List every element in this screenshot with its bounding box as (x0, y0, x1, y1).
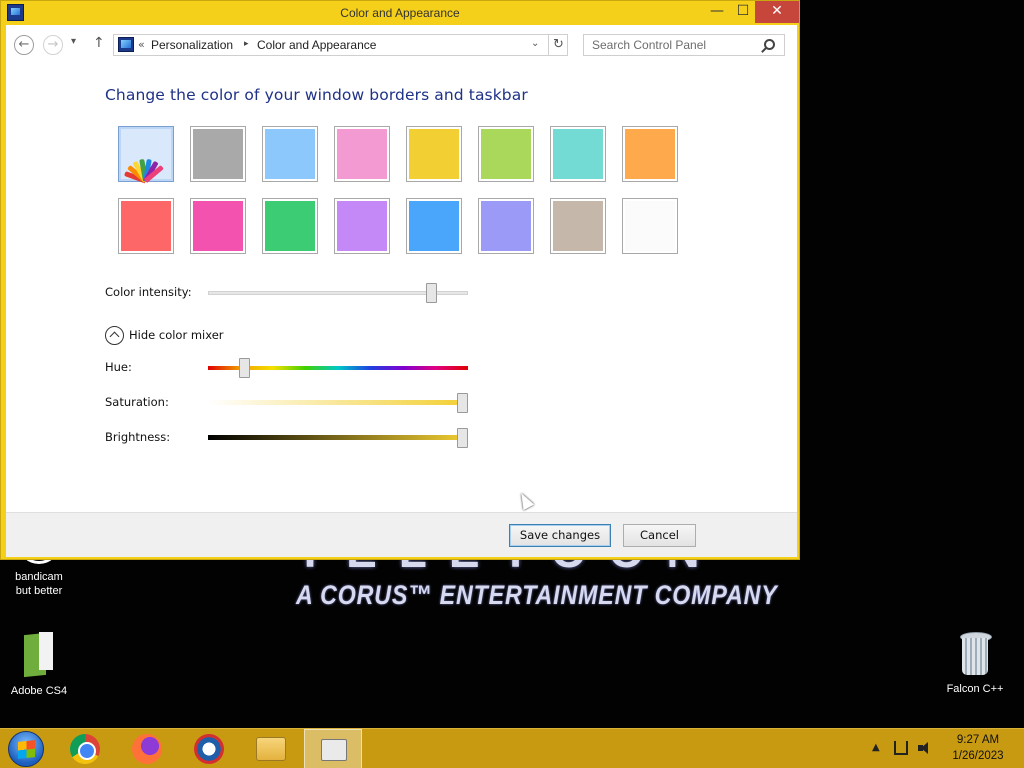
color-swatch[interactable] (118, 126, 174, 184)
control-panel-icon (321, 739, 347, 761)
color-and-appearance-window: Color and Appearance — ☐ ✕ ← → ▾ ↑ « Per… (0, 0, 800, 560)
saturation-label: Saturation: (105, 395, 169, 409)
color-swatch[interactable] (406, 198, 462, 254)
desktop-icon-label: Adobe CS4 (10, 685, 68, 697)
minimize-button[interactable]: — (703, 1, 731, 23)
address-overflow-icon[interactable]: « (138, 38, 145, 51)
color-swatch[interactable] (334, 126, 390, 182)
address-bar[interactable]: « Personalization ▸ Color and Appearance… (113, 34, 568, 56)
desktop-icon-label: but better (15, 585, 63, 597)
taskbar-app-firefox[interactable] (118, 729, 176, 768)
color-swatch-fill (409, 129, 459, 179)
brightness-slider[interactable] (208, 435, 468, 440)
adobe-cs4-icon (22, 632, 56, 678)
color-swatch[interactable] (190, 198, 246, 254)
color-swatch-fill (409, 201, 459, 251)
color-swatch-fill (625, 129, 675, 179)
hide-color-mixer-label: Hide color mixer (129, 328, 224, 342)
color-swatch[interactable] (550, 198, 606, 254)
search-input[interactable] (592, 38, 757, 52)
taskbar: ▲ 9:27 AM 1/26/2023 (0, 728, 1024, 768)
taskbar-app-chrome[interactable] (56, 729, 114, 768)
color-swatch-fill (193, 129, 243, 179)
saturation-slider-thumb[interactable] (457, 393, 469, 413)
desktop-icon-label: Falcon C++ (946, 683, 1004, 695)
maximize-button[interactable]: ☐ (731, 1, 755, 23)
control-panel-icon (118, 37, 134, 52)
system-clock[interactable]: 9:27 AM 1/26/2023 (934, 732, 1022, 764)
color-swatch-fill (481, 201, 531, 251)
show-hidden-icons-button[interactable]: ▲ (872, 742, 880, 753)
recent-locations-button[interactable]: ▾ (71, 36, 76, 47)
desktop-icon-falcon-cpp[interactable]: Falcon C++ (933, 632, 1017, 696)
color-intensity-label: Color intensity: (105, 285, 192, 299)
desktop-icon-label: bandicam (15, 571, 63, 583)
opera-icon (194, 734, 224, 764)
color-swatch-fill (481, 129, 531, 179)
color-swatch[interactable] (478, 126, 534, 182)
window-client-area: ← → ▾ ↑ « Personalization ▸ Color and Ap… (6, 25, 797, 557)
hue-label: Hue: (105, 360, 132, 374)
color-swatch[interactable] (118, 198, 174, 254)
color-swatch[interactable] (262, 198, 318, 254)
save-changes-button[interactable]: Save changes (509, 524, 611, 547)
color-swatch[interactable] (550, 126, 606, 182)
chrome-icon (70, 734, 100, 764)
search-icon[interactable] (764, 39, 775, 50)
breadcrumb-separator-icon[interactable]: ▸ (244, 39, 249, 49)
volume-icon[interactable] (918, 741, 932, 755)
color-swatch[interactable] (190, 126, 246, 182)
clock-time: 9:27 AM (956, 734, 1000, 746)
search-box[interactable] (583, 34, 785, 56)
network-icon[interactable] (894, 741, 908, 755)
color-swatch-fill (193, 201, 243, 251)
saturation-slider[interactable] (208, 400, 468, 405)
window-title: Color and Appearance (340, 6, 460, 20)
desktop-wallpaper-logo: A CORUS™ ENTERTAINMENT COMPANY (296, 580, 778, 610)
color-swatch-fill (625, 201, 675, 251)
up-button[interactable]: ↑ (93, 35, 105, 51)
color-intensity-slider-thumb[interactable] (426, 283, 438, 303)
navigation-bar: ← → ▾ ↑ « Personalization ▸ Color and Ap… (6, 25, 797, 63)
color-swatch-fill (553, 129, 603, 179)
color-swatch[interactable] (622, 198, 678, 254)
color-swatch-fill (265, 201, 315, 251)
brightness-slider-thumb[interactable] (457, 428, 469, 448)
color-swatch-fill (121, 201, 171, 251)
color-swatch-fill (337, 201, 387, 251)
taskbar-app-opera[interactable] (180, 729, 238, 768)
breadcrumb-personalization[interactable]: Personalization (151, 38, 233, 52)
title-bar[interactable]: Color and Appearance — ☐ ✕ (1, 1, 799, 25)
color-swatch[interactable] (406, 126, 462, 182)
close-button[interactable]: ✕ (755, 1, 799, 23)
hue-slider-thumb[interactable] (238, 358, 250, 378)
refresh-button[interactable]: ↻ (548, 35, 568, 55)
taskbar-app-control-panel[interactable] (304, 729, 362, 768)
recycle-bin-icon (958, 632, 992, 676)
color-swatch-fill (265, 129, 315, 179)
clock-date: 1/26/2023 (952, 750, 1004, 762)
chevron-up-icon (105, 326, 124, 345)
color-swatch-fill (553, 201, 603, 251)
page-heading: Change the color of your window borders … (105, 86, 528, 104)
start-button[interactable] (8, 731, 44, 767)
taskbar-app-file-explorer[interactable] (242, 729, 300, 768)
back-button[interactable]: ← (14, 35, 34, 55)
desktop-icon-adobe-cs4[interactable]: Adobe CS4 (0, 632, 81, 698)
color-swatch-fill (337, 129, 387, 179)
dialog-footer: Save changes Cancel (6, 512, 797, 557)
color-swatch[interactable] (334, 198, 390, 254)
color-swatch[interactable] (478, 198, 534, 254)
cancel-button[interactable]: Cancel (623, 524, 696, 547)
breadcrumb-color-and-appearance[interactable]: Color and Appearance (257, 38, 376, 52)
brightness-label: Brightness: (105, 430, 171, 444)
folder-icon (256, 737, 286, 761)
color-swatch[interactable] (262, 126, 318, 182)
address-dropdown-icon[interactable]: ⌄ (531, 38, 539, 49)
color-swatch[interactable] (622, 126, 678, 182)
color-palette-icon (121, 129, 171, 184)
forward-button[interactable]: → (43, 35, 63, 55)
firefox-icon (132, 734, 162, 764)
